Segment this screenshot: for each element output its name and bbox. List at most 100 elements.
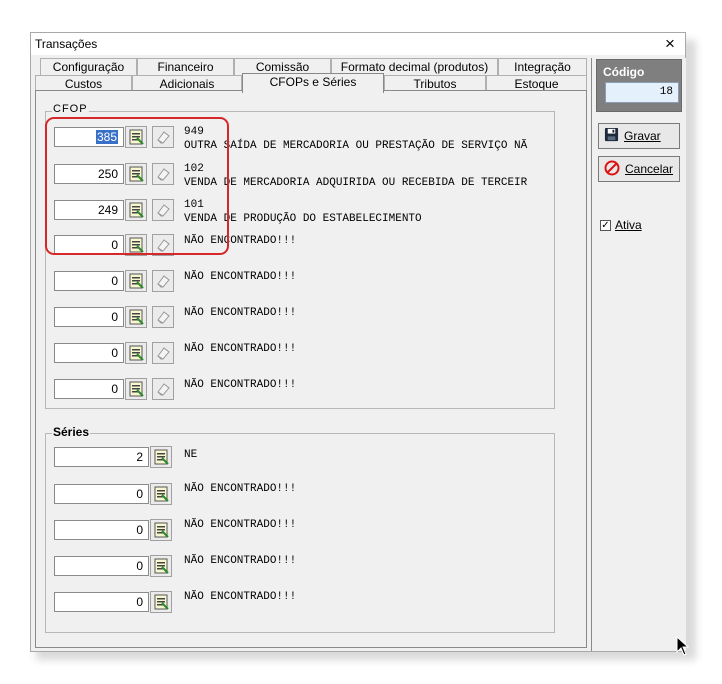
gravar-label: Gravar [624, 129, 661, 143]
cancel-icon [604, 160, 620, 179]
lookup-button[interactable] [125, 163, 147, 185]
cfop-code: 101 [184, 199, 204, 211]
lookup-button[interactable] [150, 519, 172, 541]
cfop-description: NÃO ENCONTRADO!!! [184, 235, 297, 247]
cfop-description: NÃO ENCONTRADO!!! [184, 379, 297, 391]
checkbox-check-icon[interactable]: ✓ [600, 219, 611, 231]
codigo-label: Código [603, 65, 645, 79]
lookup-button[interactable] [150, 446, 172, 468]
eraser-icon [155, 202, 171, 218]
transacoes-window: Transações × Configuração Financeiro Com… [30, 32, 686, 652]
codigo-field[interactable]: 18 [605, 82, 679, 103]
serie-description: NÃO ENCONTRADO!!! [184, 519, 297, 531]
mouse-cursor-icon [676, 635, 690, 659]
lookup-icon [128, 381, 144, 397]
codigo-box: Código 18 [596, 59, 682, 112]
ativa-checkbox[interactable]: ✓ Ativa [600, 218, 642, 232]
lookup-icon [153, 558, 169, 574]
lookup-icon [128, 345, 144, 361]
eraser-icon [155, 273, 171, 289]
cancelar-button[interactable]: Cancelar [598, 156, 680, 182]
lookup-button[interactable] [125, 234, 147, 256]
tab-financeiro[interactable]: Financeiro [137, 58, 234, 75]
lookup-icon [128, 273, 144, 289]
lookup-button[interactable] [125, 378, 147, 400]
cfop-description: NÃO ENCONTRADO!!! [184, 343, 297, 355]
lookup-icon [153, 522, 169, 538]
clear-button[interactable] [152, 342, 174, 364]
clear-button[interactable] [152, 270, 174, 292]
cfop-description: OUTRA SAÍDA DE MERCADORIA OU PRESTAÇÃO D… [184, 140, 528, 152]
lookup-button[interactable] [125, 270, 147, 292]
serie-description: NÃO ENCONTRADO!!! [184, 591, 297, 603]
cfop-description: NÃO ENCONTRADO!!! [184, 307, 297, 319]
eraser-icon [155, 309, 171, 325]
side-panel: Código 18 Gravar Cancelar ✓ Ativa [591, 58, 686, 651]
lookup-button[interactable] [125, 342, 147, 364]
gravar-button[interactable]: Gravar [598, 123, 680, 149]
cfop-field[interactable]: 250 [54, 164, 124, 184]
lookup-icon [128, 309, 144, 325]
lookup-button[interactable] [125, 199, 147, 221]
serie-description: NÃO ENCONTRADO!!! [184, 555, 297, 567]
cfop-field[interactable]: 385 [54, 127, 124, 147]
tab-configuracao[interactable]: Configuração [40, 58, 137, 75]
eraser-icon [155, 129, 171, 145]
eraser-icon [155, 166, 171, 182]
cfop-field[interactable]: 249 [54, 200, 124, 220]
clear-button[interactable] [152, 126, 174, 148]
ativa-label: Ativa [615, 218, 642, 232]
cancelar-label: Cancelar [625, 162, 673, 176]
lookup-button[interactable] [150, 555, 172, 577]
serie-field[interactable]: 0 [54, 484, 149, 504]
tab-cfops-series[interactable]: CFOPs e Séries [242, 73, 384, 93]
cfop-value: 385 [95, 130, 118, 144]
cancelar-text: Cancelar [625, 162, 674, 176]
cfop-field[interactable]: 0 [54, 271, 124, 291]
clear-button[interactable] [152, 163, 174, 185]
gravar-text: Gravar [624, 129, 661, 143]
cfop-field[interactable]: 0 [54, 235, 124, 255]
cfop-description: VENDA DE PRODUÇÃO DO ESTABELECIMENTO [184, 213, 422, 225]
clear-button[interactable] [152, 306, 174, 328]
lookup-icon [153, 449, 169, 465]
lookup-icon [128, 129, 144, 145]
tab-integracao[interactable]: Integração [498, 58, 587, 75]
cfop-description: VENDA DE MERCADORIA ADQUIRIDA OU RECEBID… [184, 177, 528, 189]
lookup-icon [128, 166, 144, 182]
lookup-button[interactable] [125, 126, 147, 148]
lookup-icon [153, 486, 169, 502]
window-title: Transações [35, 37, 98, 51]
clear-button[interactable] [152, 199, 174, 221]
lookup-icon [128, 237, 144, 253]
serie-description: NÃO ENCONTRADO!!! [184, 483, 297, 495]
lookup-button[interactable] [150, 483, 172, 505]
cfop-group-label: CFOP [52, 103, 89, 115]
close-icon[interactable]: × [661, 34, 679, 54]
lookup-button[interactable] [125, 306, 147, 328]
cfop-code: 102 [184, 163, 204, 175]
cfop-field[interactable]: 0 [54, 343, 124, 363]
lookup-icon [153, 594, 169, 610]
lookup-button[interactable] [150, 591, 172, 613]
clear-button[interactable] [152, 378, 174, 400]
serie-description: NE [184, 449, 198, 461]
serie-field[interactable]: 0 [54, 520, 149, 540]
series-group-label: Séries [52, 425, 91, 439]
ativa-text: Ativa [615, 218, 642, 232]
serie-field[interactable]: 2 [54, 447, 149, 467]
cfop-field[interactable]: 0 [54, 307, 124, 327]
cfop-code: 949 [184, 126, 204, 138]
cfop-description: NÃO ENCONTRADO!!! [184, 271, 297, 283]
eraser-icon [155, 381, 171, 397]
serie-field[interactable]: 0 [54, 556, 149, 576]
title-bar: Transações × [31, 33, 685, 55]
eraser-icon [155, 345, 171, 361]
eraser-icon [155, 237, 171, 253]
cfop-group: CFOP [45, 103, 555, 409]
cfop-field[interactable]: 0 [54, 379, 124, 399]
save-icon [604, 127, 619, 145]
clear-button[interactable] [152, 234, 174, 256]
lookup-icon [128, 202, 144, 218]
serie-field[interactable]: 0 [54, 592, 149, 612]
